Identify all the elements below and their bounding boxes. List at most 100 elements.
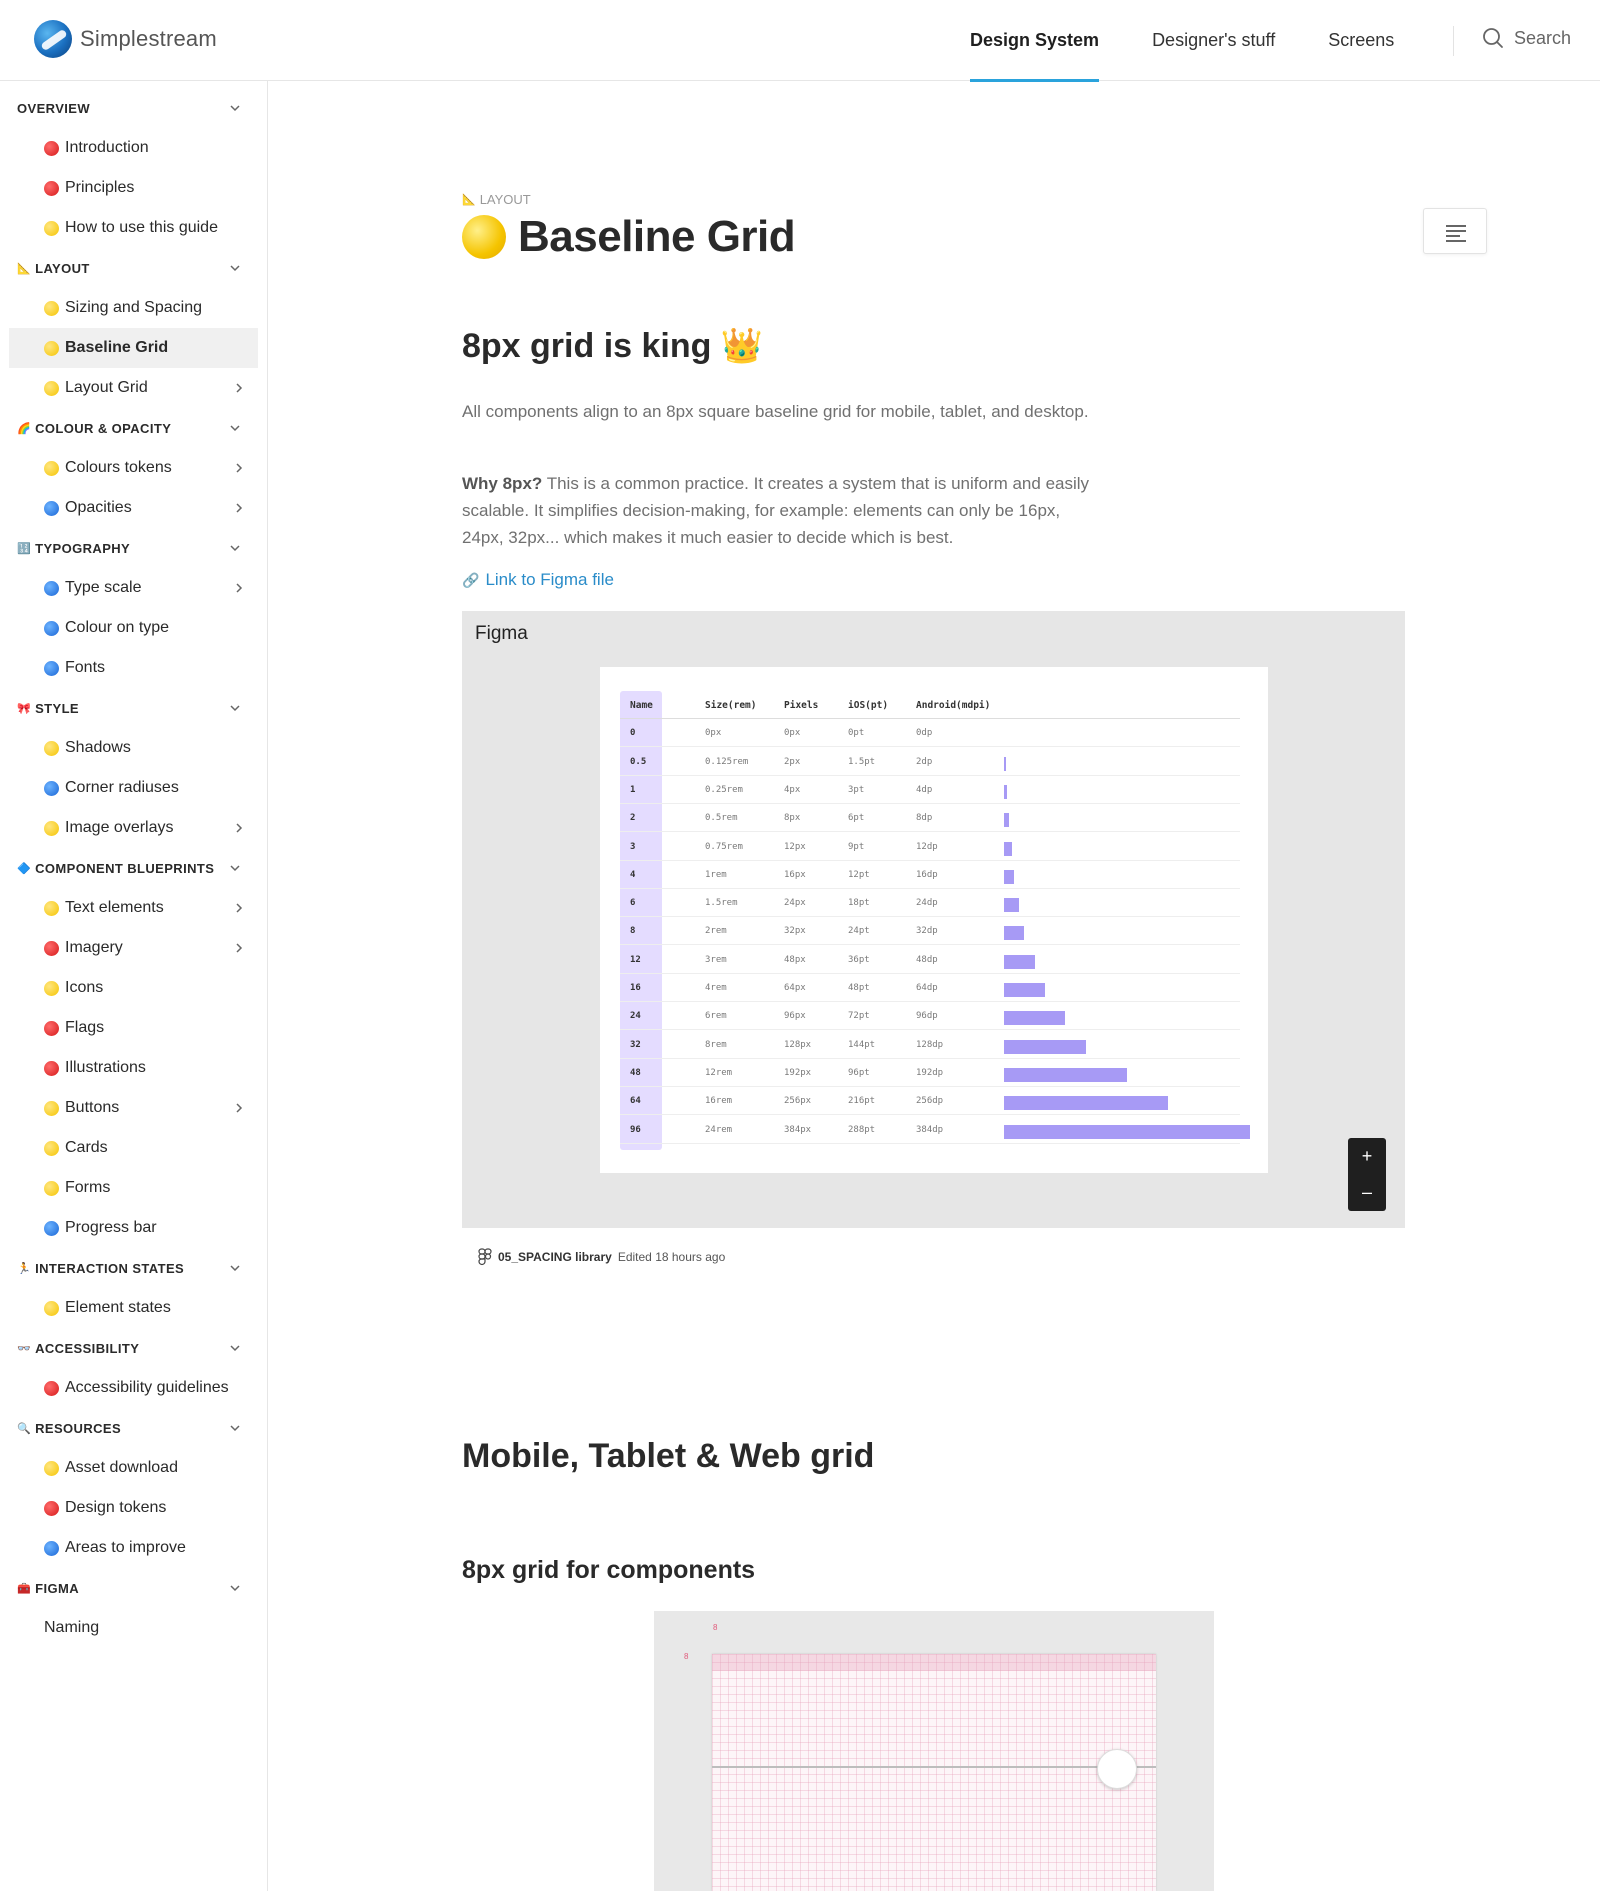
- chevron-right-icon: [236, 503, 243, 513]
- sidebar-item[interactable]: Imagery: [9, 928, 258, 968]
- nav-designers-stuff[interactable]: Designer's stuff: [1152, 0, 1275, 81]
- blue-circle-icon: [44, 1540, 59, 1556]
- table-of-contents-button[interactable]: [1423, 208, 1487, 254]
- sidebar-item[interactable]: Layout Grid: [9, 368, 258, 408]
- sidebar-item[interactable]: Corner radiuses: [9, 768, 258, 808]
- sidebar-item[interactable]: Asset download: [9, 1448, 258, 1488]
- sidebar-item-label: Design tokens: [65, 1499, 167, 1516]
- sidebar-section-header[interactable]: 👓 ACCESSIBILITY: [17, 1328, 249, 1368]
- table-cell: 48pt: [848, 983, 870, 993]
- sidebar-item[interactable]: Illustrations: [9, 1048, 258, 1088]
- spacing-bar: [1004, 784, 1007, 799]
- brand-logo[interactable]: Simplestream: [34, 20, 217, 58]
- sidebar-item[interactable]: Naming: [9, 1608, 258, 1648]
- sidebar-item[interactable]: Element states: [9, 1288, 258, 1328]
- sidebar-item[interactable]: Design tokens: [9, 1488, 258, 1528]
- spacing-bar: [1004, 926, 1025, 941]
- chevron-right-icon: [236, 943, 243, 953]
- sidebar-item[interactable]: Introduction: [9, 128, 258, 168]
- sidebar-item-label: Corner radiuses: [65, 779, 179, 796]
- sidebar-section-header[interactable]: 🌈 COLOUR & OPACITY: [17, 408, 249, 448]
- table-cell: 0.75rem: [705, 841, 743, 852]
- sidebar-item[interactable]: Type scale: [9, 568, 258, 608]
- sidebar-item-label: Icons: [65, 979, 104, 996]
- sidebar-section-header[interactable]: 🔷 COMPONENT BLUEPRINTS: [17, 848, 249, 888]
- sidebar-item[interactable]: Sizing and Spacing: [9, 288, 258, 328]
- chevron-down-icon: [230, 1585, 240, 1592]
- table-cell: 32dp: [916, 926, 938, 937]
- table-row: 2 0.5rem 8px 6pt 8dp: [620, 804, 1240, 833]
- figma-link[interactable]: 🔗 Link to Figma file: [462, 570, 614, 590]
- sidebar-section-header[interactable]: OVERVIEW: [17, 88, 249, 128]
- sidebar-item[interactable]: Forms: [9, 1168, 258, 1208]
- sidebar-item[interactable]: Baseline Grid: [9, 328, 258, 368]
- table-cell: 216pt: [848, 1096, 876, 1107]
- sidebar-section-header[interactable]: 🏃 INTERACTION STATES: [17, 1248, 249, 1288]
- sidebar-item-label: Sizing and Spacing: [65, 299, 202, 316]
- sidebar-item[interactable]: Icons: [9, 968, 258, 1008]
- table-cell: 0.5: [630, 756, 647, 767]
- sidebar-section-header[interactable]: 🧰 FIGMA: [17, 1568, 249, 1608]
- table-row: 8 2rem 32px 24pt 32dp: [620, 917, 1240, 946]
- sidebar-item[interactable]: Colours tokens: [9, 448, 258, 488]
- sidebar-item[interactable]: Accessibility guidelines: [9, 1368, 258, 1408]
- sidebar-item[interactable]: Principles: [9, 168, 258, 208]
- toc-icon-line: [1446, 240, 1466, 242]
- sidebar-item[interactable]: Areas to improve: [9, 1528, 258, 1568]
- table-cell: 0pt: [848, 728, 865, 739]
- table-cell: 0px: [784, 728, 801, 739]
- red-circle-icon: [44, 140, 59, 156]
- yellow-circle-icon: [462, 215, 506, 259]
- sidebar-item-label: Illustrations: [65, 1059, 146, 1076]
- sidebar-item[interactable]: Fonts: [9, 648, 258, 688]
- red-circle-icon: [44, 1500, 59, 1516]
- table-cell: 2: [630, 813, 636, 824]
- sidebar-item[interactable]: Cards: [9, 1128, 258, 1168]
- table-cell: 144pt: [848, 1039, 876, 1050]
- nav-design-system[interactable]: Design System: [970, 0, 1100, 82]
- table-cell: 12pt: [848, 869, 870, 880]
- sidebar-section-header[interactable]: 🔍 RESOURCES: [17, 1408, 249, 1448]
- spacing-bar: [1004, 1039, 1086, 1054]
- zoom-controls: + –: [1348, 1138, 1386, 1211]
- figma-link-label: Link to Figma file: [485, 570, 614, 589]
- table-row: 64 16rem 256px 216pt 256dp: [620, 1087, 1240, 1116]
- sidebar-item[interactable]: Progress bar: [9, 1208, 258, 1248]
- grid-divider: [712, 1766, 1156, 1768]
- section-icon: 📐: [17, 262, 32, 275]
- sidebar-section-header[interactable]: 🔢 TYPOGRAPHY: [17, 528, 249, 568]
- nav-screens[interactable]: Screens: [1328, 0, 1394, 81]
- sidebar-item[interactable]: Flags: [9, 1008, 258, 1048]
- sidebar-item[interactable]: How to use this guide: [9, 208, 258, 248]
- figma-embed[interactable]: Figma Name Size(rem) Pixels iOS(pt) Android(…: [462, 611, 1405, 1228]
- sidebar-section-header[interactable]: 📐 LAYOUT: [17, 248, 249, 288]
- why-paragraph: Why 8px? This is a common practice. It c…: [462, 470, 1102, 551]
- figma-file-name[interactable]: 05_SPACING library: [498, 1250, 612, 1264]
- sidebar-item[interactable]: Colour on type: [9, 608, 258, 648]
- yellow-circle-icon: [44, 1140, 59, 1156]
- blue-circle-icon: [44, 500, 59, 516]
- page-title: Baseline Grid: [462, 212, 796, 262]
- sidebar-item[interactable]: Text elements: [9, 888, 258, 928]
- red-circle-icon: [44, 1380, 59, 1396]
- yellow-circle-icon: [44, 220, 59, 236]
- sidebar-item[interactable]: Buttons: [9, 1088, 258, 1128]
- blue-circle-icon: [44, 580, 59, 596]
- zoom-in-button[interactable]: +: [1348, 1138, 1386, 1174]
- blue-circle-icon: [44, 660, 59, 676]
- section-icon: 🔷: [17, 862, 32, 875]
- sidebar-section-header[interactable]: 🎀 STYLE: [17, 688, 249, 728]
- table-cell: 12: [630, 954, 641, 965]
- sidebar: OVERVIEW Introduction Principles How to use…: [0, 81, 268, 1891]
- zoom-out-button[interactable]: –: [1348, 1174, 1386, 1210]
- sidebar-item[interactable]: Opacities: [9, 488, 258, 528]
- sidebar-item[interactable]: Image overlays: [9, 808, 258, 848]
- search-button[interactable]: Search: [1482, 27, 1571, 49]
- table-header-cell: Pixels: [784, 700, 819, 711]
- table-cell: 96px: [784, 1011, 806, 1022]
- sidebar-item-label: Progress bar: [65, 1219, 157, 1236]
- search-label: Search: [1514, 27, 1572, 48]
- table-cell: 16: [630, 983, 641, 993]
- figma-canvas[interactable]: Name Size(rem) Pixels iOS(pt) Android(mdpi) 0…: [600, 667, 1268, 1173]
- sidebar-item[interactable]: Shadows: [9, 728, 258, 768]
